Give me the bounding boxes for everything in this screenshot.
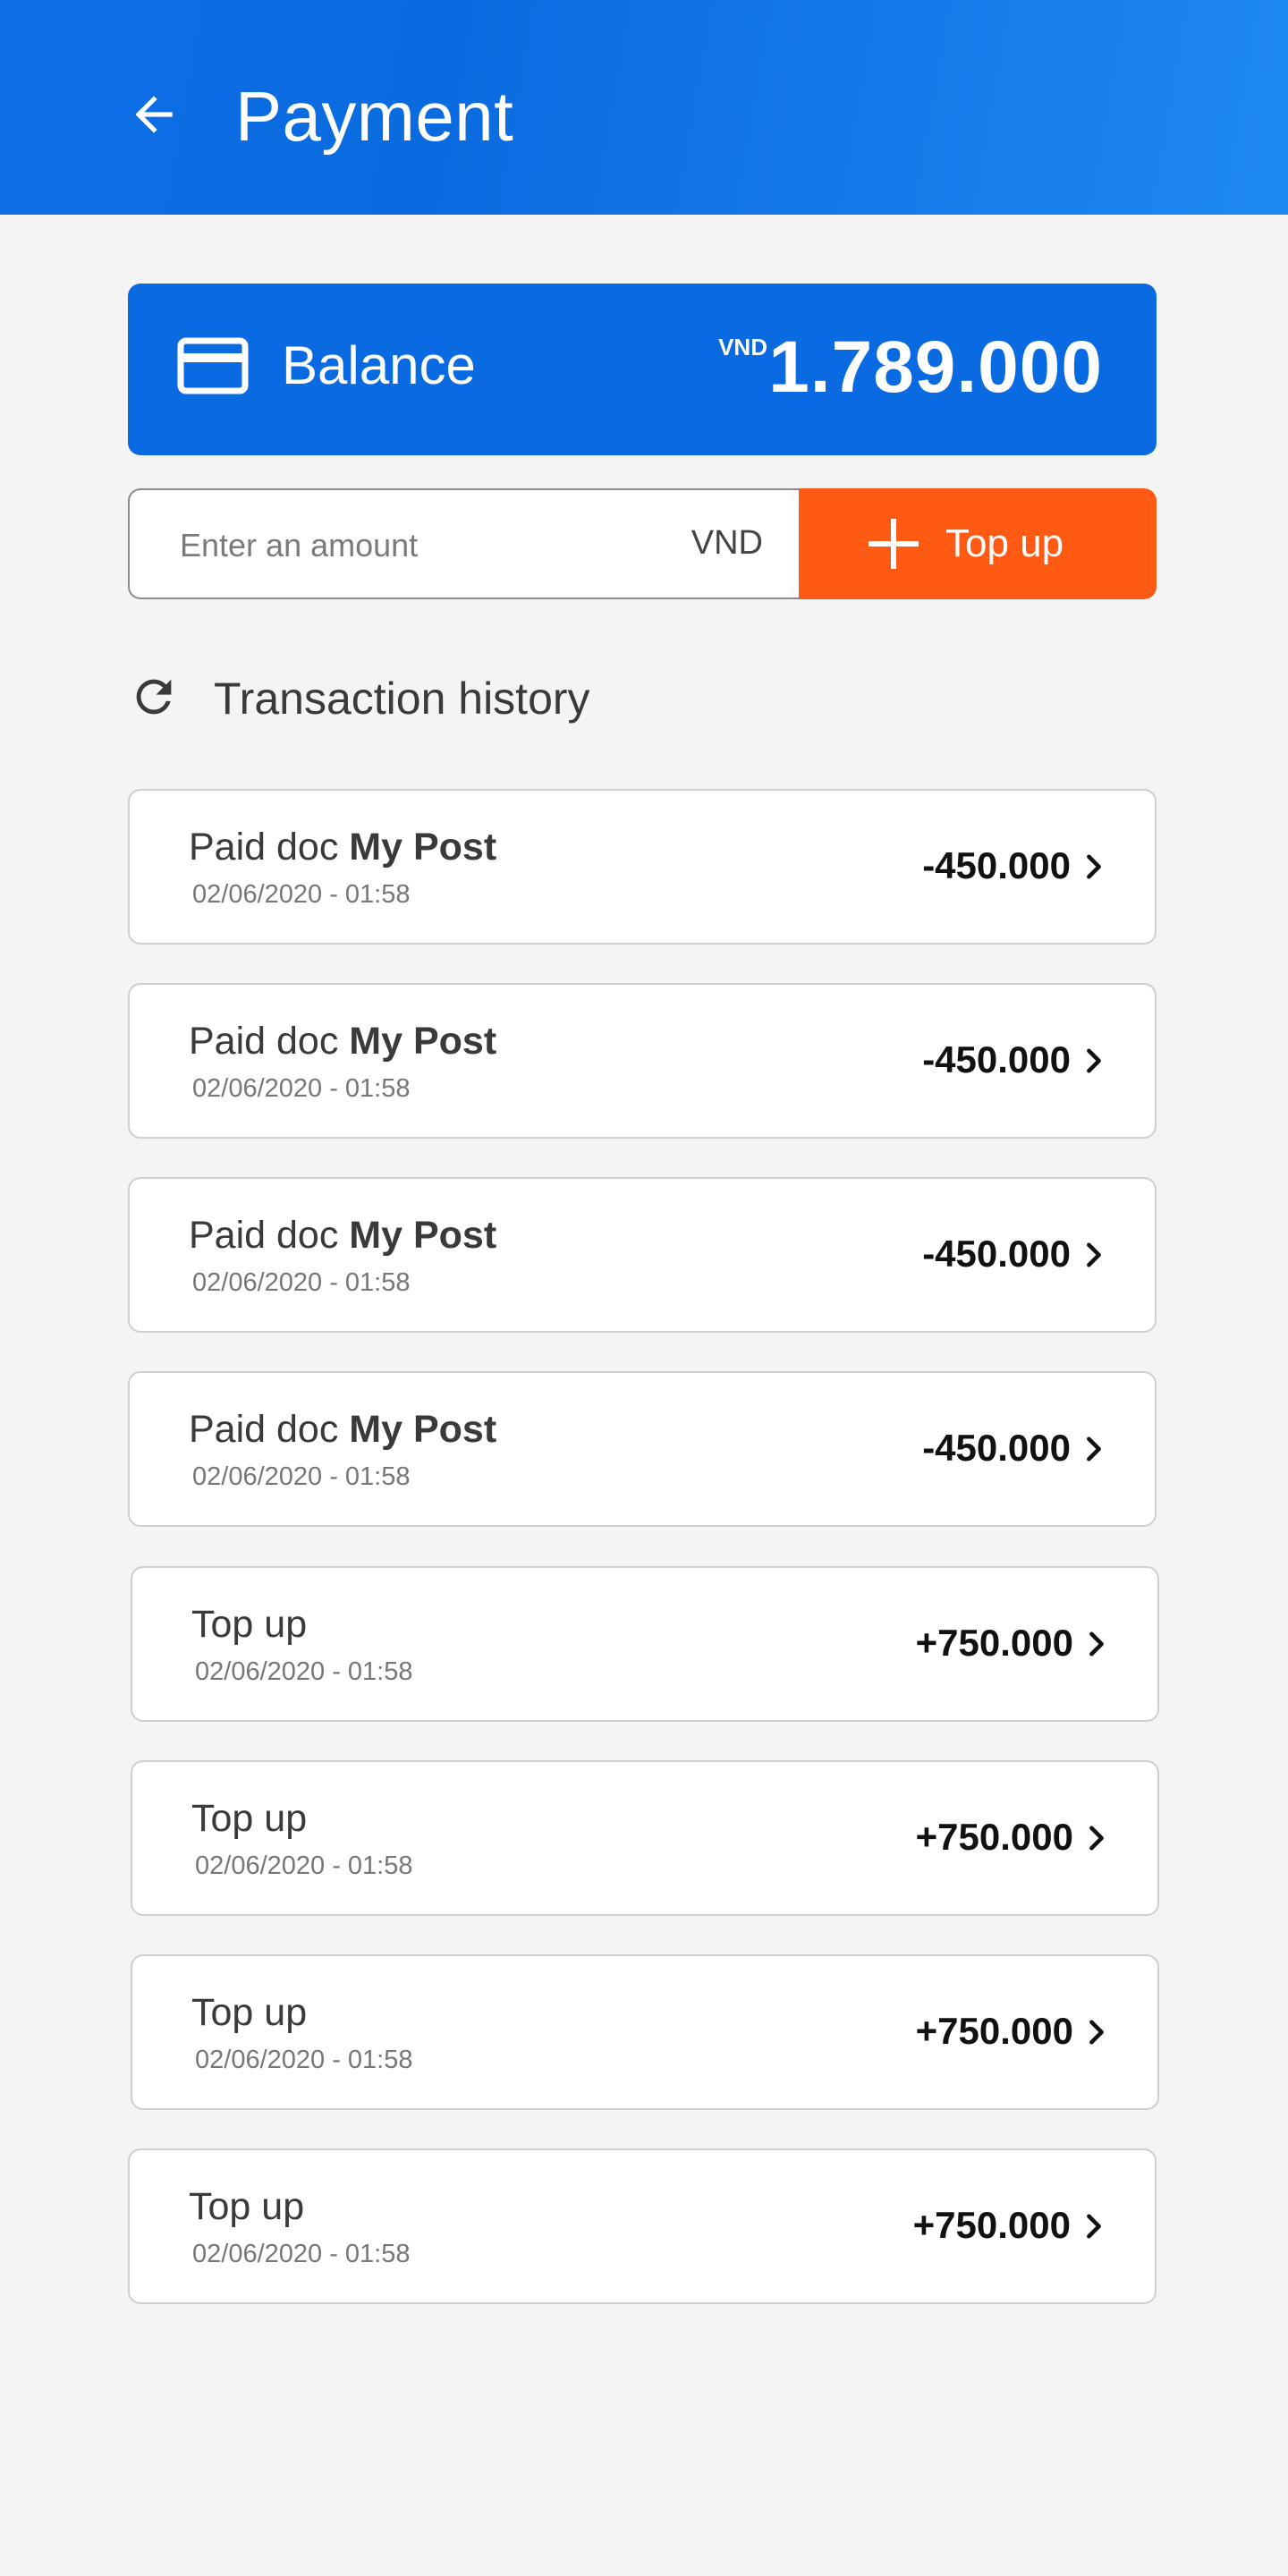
back-button[interactable] — [122, 82, 186, 147]
transaction-title-prefix: Top up — [191, 1797, 308, 1840]
transaction-amount: -450.000 — [922, 1427, 1071, 1469]
transaction-row[interactable]: Paid doc My Post 02/06/2020 - 01:58 -450.0… — [128, 789, 1157, 945]
transaction-title-prefix: Top up — [191, 1991, 308, 2034]
chevron-right-icon — [1087, 1436, 1101, 1462]
transaction-title-prefix: Paid doc — [189, 826, 350, 869]
transaction-row[interactable]: Paid doc My Post 02/06/2020 - 01:58 -450.0… — [128, 1371, 1157, 1527]
transaction-amount: +750.000 — [915, 1816, 1073, 1858]
balance-card: Balance VND 1.789.000 — [128, 284, 1157, 455]
transaction-date: 02/06/2020 - 01:58 — [192, 880, 411, 909]
transaction-title-bold: My Post — [349, 1020, 497, 1063]
plus-icon — [869, 519, 919, 569]
transaction-row[interactable]: Paid doc My Post 02/06/2020 - 01:58 -450.0… — [128, 1177, 1157, 1333]
chevron-right-icon — [1087, 2214, 1101, 2239]
transaction-row[interactable]: Top up 02/06/2020 - 01:58 +750.000 — [131, 1760, 1159, 1916]
transaction-title-prefix: Paid doc — [189, 1214, 350, 1257]
transaction-title: Top up — [191, 1988, 307, 2037]
balance-amount: 1.789.000 — [768, 326, 1103, 408]
arrow-left-icon — [135, 96, 173, 133]
transaction-date: 02/06/2020 - 01:58 — [192, 1268, 411, 1297]
top-up-label: Top up — [945, 521, 1064, 565]
transaction-date: 02/06/2020 - 01:58 — [192, 1462, 411, 1491]
transaction-title: Paid doc My Post — [189, 1211, 496, 1259]
transaction-title-prefix: Paid doc — [189, 1020, 350, 1063]
amount-field: VND — [128, 488, 799, 599]
transaction-title-prefix: Top up — [189, 2185, 305, 2228]
transaction-history-title: Transaction history — [214, 674, 590, 724]
transaction-amount: -450.000 — [922, 1233, 1071, 1275]
transaction-title-prefix: Top up — [191, 1603, 308, 1646]
transaction-title: Top up — [191, 1794, 307, 1843]
transaction-amount: +750.000 — [912, 2204, 1071, 2246]
amount-unit: VND — [691, 524, 763, 562]
transaction-row[interactable]: Paid doc My Post 02/06/2020 - 01:58 -450.0… — [128, 983, 1157, 1139]
transaction-amount: +750.000 — [915, 1622, 1073, 1664]
balance-currency: VND — [718, 334, 767, 360]
top-up-button[interactable]: Top up — [799, 488, 1157, 599]
transaction-title-bold: My Post — [349, 1408, 497, 1451]
credit-card-icon — [177, 337, 249, 394]
transaction-date: 02/06/2020 - 01:58 — [192, 2240, 411, 2268]
amount-input[interactable] — [180, 517, 645, 574]
transaction-title: Paid doc My Post — [189, 823, 496, 871]
transaction-title: Top up — [189, 2182, 304, 2231]
transaction-title: Top up — [191, 1600, 307, 1648]
chevron-right-icon — [1089, 2020, 1104, 2045]
transaction-amount: -450.000 — [922, 844, 1071, 886]
transaction-title: Paid doc My Post — [189, 1017, 496, 1065]
topup-row: VND Top up — [128, 488, 1157, 599]
chevron-right-icon — [1087, 854, 1101, 879]
chevron-right-icon — [1089, 1826, 1104, 1851]
transaction-title-prefix: Paid doc — [189, 1408, 350, 1451]
transaction-date: 02/06/2020 - 01:58 — [195, 1657, 413, 1686]
chevron-right-icon — [1089, 1631, 1104, 1657]
refresh-icon[interactable] — [128, 671, 180, 723]
page-title: Payment — [235, 77, 514, 156]
transaction-row[interactable]: Top up 02/06/2020 - 01:58 +750.000 — [131, 1954, 1159, 2110]
transaction-history-header: Transaction history — [128, 665, 843, 737]
transaction-title-bold: My Post — [349, 1214, 497, 1257]
transaction-amount: +750.000 — [915, 2010, 1073, 2052]
transaction-title-bold: My Post — [349, 826, 497, 869]
transaction-row[interactable]: Top up 02/06/2020 - 01:58 +750.000 — [128, 2148, 1157, 2304]
transaction-date: 02/06/2020 - 01:58 — [195, 2046, 413, 2074]
transaction-title: Paid doc My Post — [189, 1405, 496, 1453]
transaction-amount: -450.000 — [922, 1038, 1071, 1080]
balance-label: Balance — [282, 335, 476, 395]
transaction-date: 02/06/2020 - 01:58 — [195, 1852, 413, 1880]
app-bar: Payment — [0, 0, 1288, 215]
transaction-row[interactable]: Top up 02/06/2020 - 01:58 +750.000 — [131, 1566, 1159, 1722]
chevron-right-icon — [1087, 1242, 1101, 1267]
transaction-date: 02/06/2020 - 01:58 — [192, 1074, 411, 1103]
chevron-right-icon — [1087, 1048, 1101, 1073]
